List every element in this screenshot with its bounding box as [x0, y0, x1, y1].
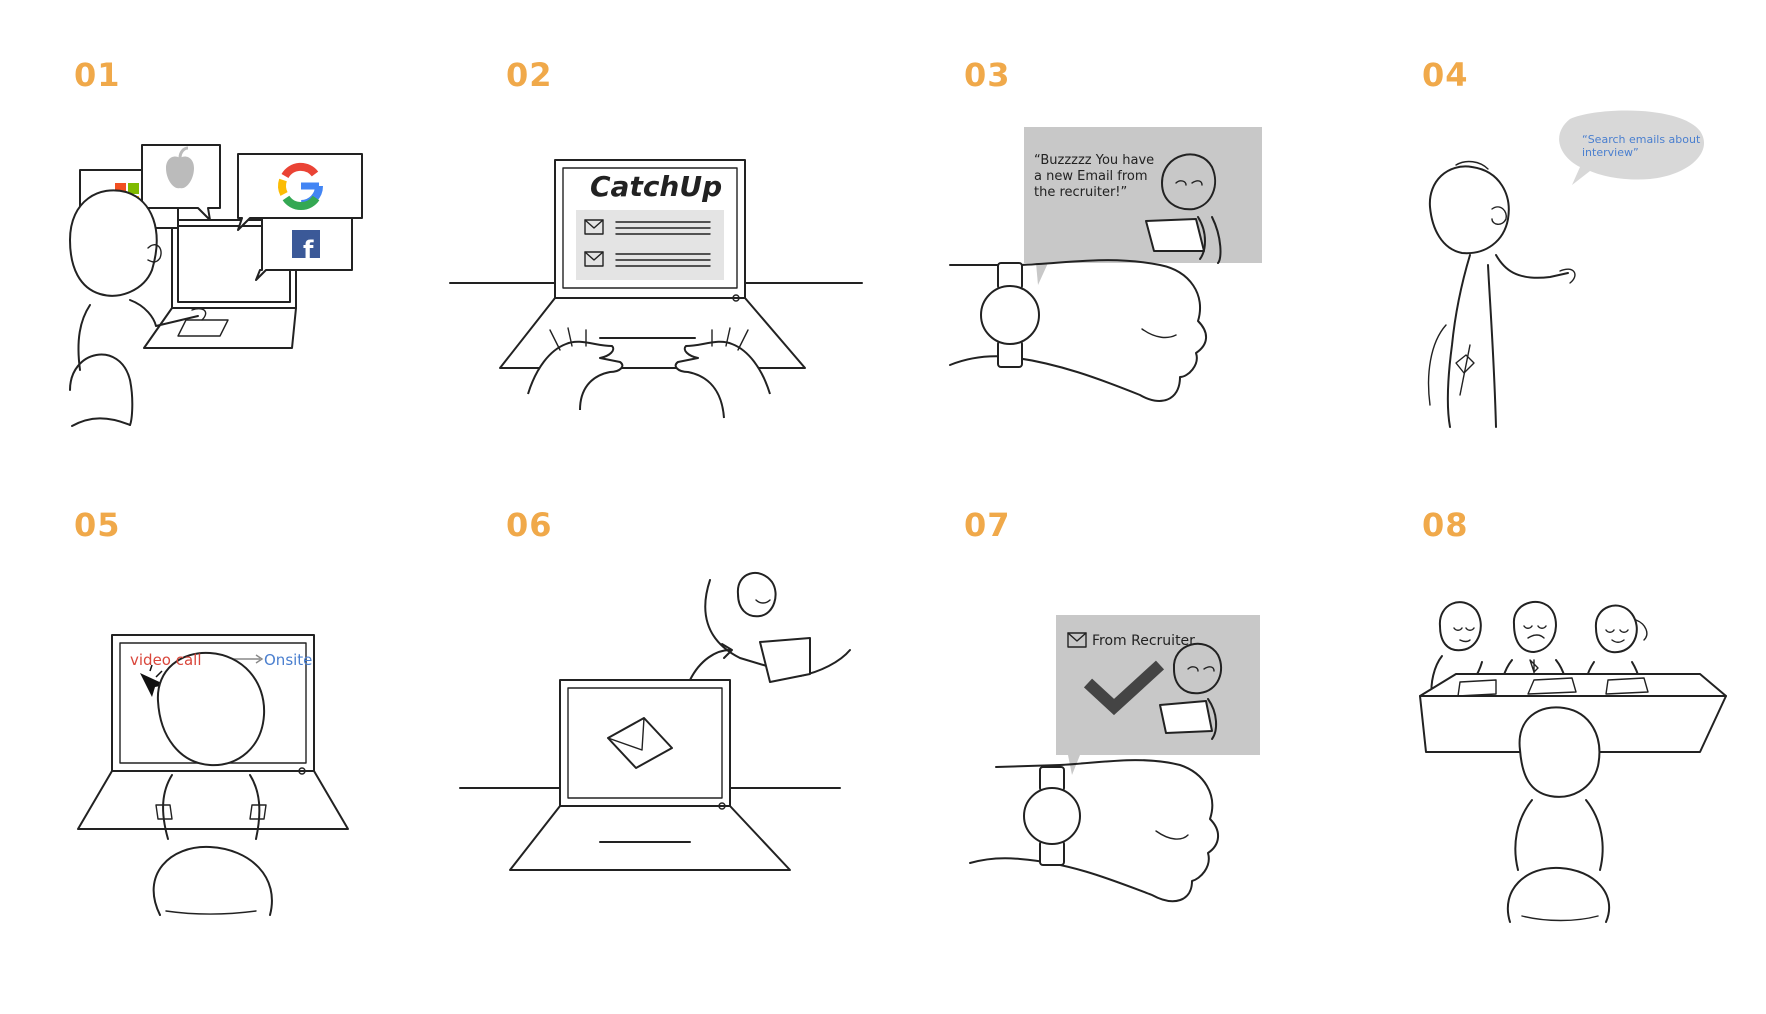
panel-07-illustration: From Recruiter — [960, 605, 1280, 925]
app-title-catchup: CatchUp — [590, 170, 723, 203]
voice-command-bubble-text: “Search emails about interview” — [1582, 133, 1722, 159]
panel-number-08: 08 — [1422, 506, 1469, 544]
panel-01-illustration: f — [60, 130, 380, 430]
panel-08-drawing — [1419, 601, 1727, 923]
label-onsite: Onsite — [264, 651, 313, 669]
speech-line-1: “Search emails about — [1582, 133, 1701, 146]
panel-02-illustration: CatchUp — [440, 150, 870, 430]
panel-number-07: 07 — [964, 506, 1011, 544]
bubble-line-3: the recruiter!” — [1034, 185, 1128, 200]
panel-number-04: 04 — [1422, 56, 1469, 94]
notification-bubble-text: “Buzzzzz You have a new Email from the r… — [1034, 153, 1164, 201]
speech-line-2: interview” — [1582, 146, 1639, 159]
panel-number-03: 03 — [964, 56, 1011, 94]
label-video-call: video call — [130, 651, 202, 669]
panel-04-illustration: “Search emails about interview” — [1400, 105, 1740, 435]
bubble-line-2: a new Email from — [1034, 169, 1148, 184]
smartwatch-icon — [1023, 766, 1081, 866]
panel-06-illustration — [459, 572, 860, 920]
panel-07-drawing — [969, 615, 1260, 903]
panel-05-drawing — [77, 634, 349, 916]
notification-label-from-recruiter: From Recruiter — [1092, 633, 1195, 649]
smartwatch-icon — [980, 262, 1040, 368]
panel-number-05: 05 — [74, 506, 121, 544]
panel-08-illustration — [1400, 600, 1740, 930]
apple-logo-icon — [141, 144, 221, 221]
facebook-logo-icon: f — [255, 217, 353, 281]
panel-number-01: 01 — [74, 56, 121, 94]
bubble-line-1: “Buzzzzz You have — [1034, 153, 1155, 168]
panel-number-02: 02 — [506, 56, 553, 94]
panel-number-06: 06 — [506, 506, 553, 544]
panel-06-drawing — [459, 572, 851, 871]
svg-text:f: f — [303, 236, 314, 264]
panel-01-drawing: f — [69, 144, 363, 427]
panel-03-illustration: “Buzzzzz You have a new Email from the r… — [949, 125, 1270, 425]
panel-05-illustration: video call Onsite — [70, 615, 380, 925]
